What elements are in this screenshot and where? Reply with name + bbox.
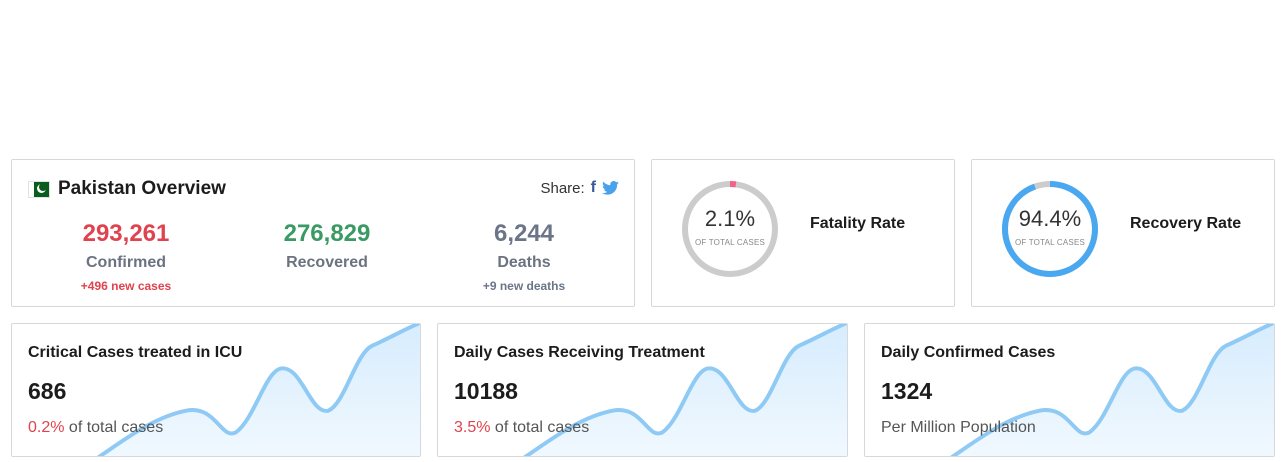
overview-card: Pakistan Overview Share: f 293,261 Confi… xyxy=(11,159,635,307)
treatment-title: Daily Cases Receiving Treatment xyxy=(454,344,705,361)
daily-title: Daily Confirmed Cases xyxy=(881,344,1056,361)
treatment-footnote: 3.5% of total cases xyxy=(454,419,589,437)
treatment-percent: 3.5% xyxy=(454,419,491,436)
fatality-rate-label: Fatality Rate xyxy=(810,215,906,232)
icu-title: Critical Cases treated in ICU xyxy=(28,344,243,361)
share-label: Share: xyxy=(540,179,585,197)
fatality-rate-value: 2.1% xyxy=(704,206,756,231)
recovery-rate-label: Recovery Rate xyxy=(1130,215,1242,232)
deaths-value: 6,244 xyxy=(493,220,555,247)
share-bar: Share: f xyxy=(540,179,619,197)
daily-confirmed-card: Daily Confirmed Cases 1324 Per Million P… xyxy=(864,323,1275,457)
icu-percent: 0.2% xyxy=(28,419,65,436)
deaths-stat: 6,244 Deaths +9 new deaths xyxy=(434,220,614,293)
icu-value: 686 xyxy=(28,378,67,404)
recovered-stat: 276,829 Recovered xyxy=(237,220,417,272)
recovered-value: 276,829 xyxy=(283,220,371,247)
icu-footnote: 0.2% of total cases xyxy=(28,419,163,437)
facebook-icon[interactable]: f xyxy=(591,179,596,197)
icu-card: Critical Cases treated in ICU 686 0.2% o… xyxy=(11,323,421,457)
deaths-label: Deaths xyxy=(497,254,551,271)
pakistan-flag-icon xyxy=(29,181,49,197)
icu-foot-text: of total cases xyxy=(64,419,164,436)
recovery-rate-value: 94.4% xyxy=(1018,206,1082,231)
deaths-new: +9 new deaths xyxy=(482,279,566,293)
overview-header: Pakistan Overview xyxy=(29,178,226,200)
treatment-foot-text: of total cases xyxy=(490,419,590,436)
fatality-rate-card: 2.1% OF TOTAL CASES Fatality Rate xyxy=(651,159,955,307)
daily-value: 1324 xyxy=(881,378,933,404)
recovery-rate-sub: OF TOTAL CASES xyxy=(1014,238,1086,247)
recovery-rate-card: 94.4% OF TOTAL CASES Recovery Rate xyxy=(971,159,1275,307)
confirmed-label: Confirmed xyxy=(86,254,166,271)
confirmed-stat: 293,261 Confirmed +496 new cases xyxy=(36,220,216,293)
confirmed-value: 293,261 xyxy=(82,220,170,247)
daily-footnote: Per Million Population xyxy=(881,419,1036,436)
confirmed-new: +496 new cases xyxy=(80,279,172,293)
twitter-icon[interactable] xyxy=(602,181,619,195)
overview-title: Pakistan Overview xyxy=(58,178,226,199)
fatality-rate-sub: OF TOTAL CASES xyxy=(694,238,766,247)
treatment-value: 10188 xyxy=(454,378,518,404)
treatment-card: Daily Cases Receiving Treatment 10188 3.… xyxy=(437,323,848,457)
recovered-label: Recovered xyxy=(286,254,368,271)
